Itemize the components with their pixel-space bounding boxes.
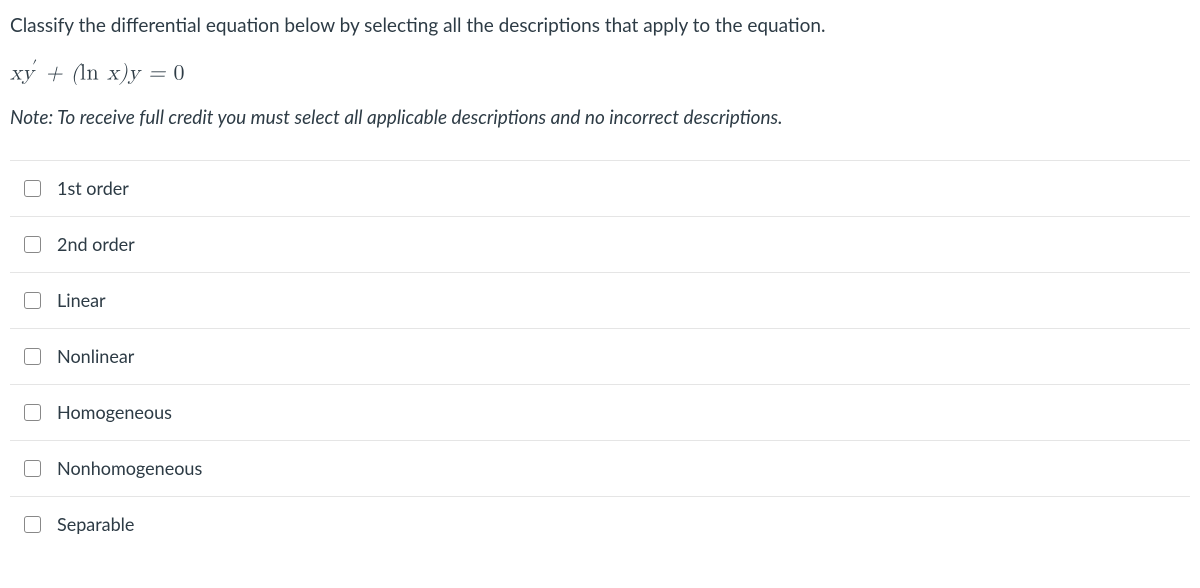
option-row[interactable]: 2nd order	[10, 217, 1190, 273]
option-label: Homogeneous	[57, 399, 172, 426]
option-label: 2nd order	[57, 231, 135, 258]
option-row[interactable]: 1st order	[10, 161, 1190, 217]
option-row[interactable]: Nonlinear	[10, 329, 1190, 385]
question-note: Note: To receive full credit you must se…	[10, 104, 1190, 133]
equation-display: xy′ + (ln x)y = 0	[10, 55, 1190, 90]
option-label: Nonlinear	[57, 343, 134, 370]
option-label: Nonhomogeneous	[57, 455, 202, 482]
checkbox[interactable]	[24, 236, 41, 253]
checkbox[interactable]	[24, 180, 41, 197]
checkbox[interactable]	[24, 348, 41, 365]
checkbox[interactable]	[24, 404, 41, 421]
option-row[interactable]: Separable	[10, 497, 1190, 552]
option-row[interactable]: Nonhomogeneous	[10, 441, 1190, 497]
option-label: 1st order	[57, 175, 129, 202]
option-row[interactable]: Homogeneous	[10, 385, 1190, 441]
options-list: 1st order 2nd order Linear Nonlinear Hom…	[10, 160, 1190, 552]
option-label: Linear	[57, 287, 106, 314]
checkbox[interactable]	[24, 460, 41, 477]
checkbox[interactable]	[24, 292, 41, 309]
option-row[interactable]: Linear	[10, 273, 1190, 329]
checkbox[interactable]	[24, 516, 41, 533]
option-label: Separable	[57, 511, 134, 538]
question-prompt: Classify the differential equation below…	[10, 12, 1190, 41]
